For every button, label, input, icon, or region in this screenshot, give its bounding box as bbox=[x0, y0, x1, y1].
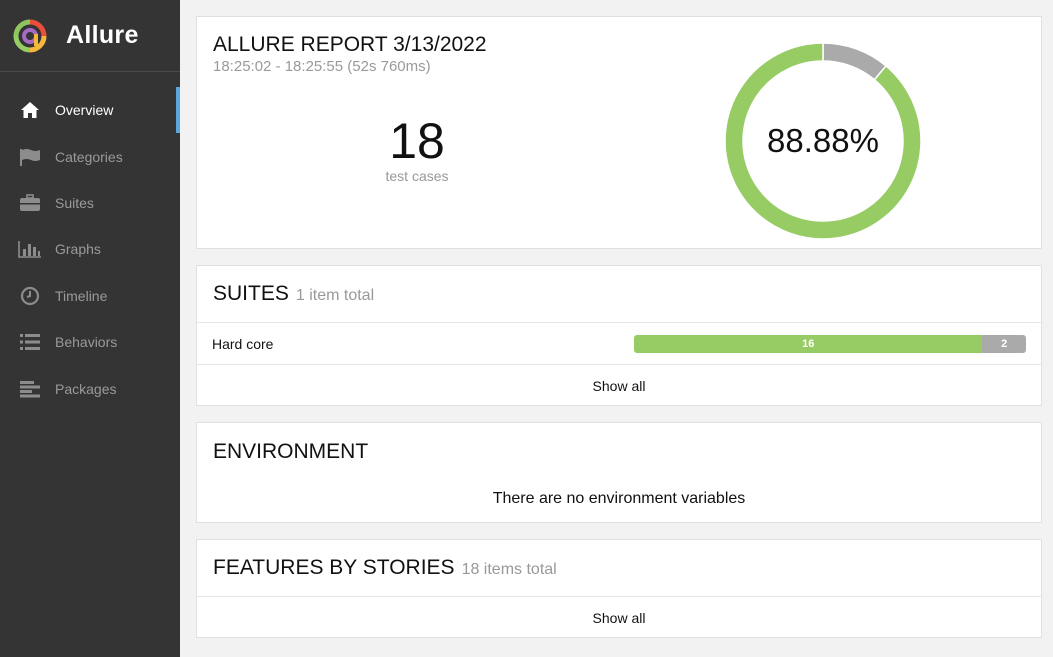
briefcase-icon bbox=[18, 193, 42, 213]
align-left-icon bbox=[18, 379, 42, 399]
sidebar-item-overview[interactable]: Overview bbox=[0, 87, 180, 134]
brand[interactable]: Allure bbox=[0, 0, 180, 72]
sidebar-item-packages[interactable]: Packages bbox=[0, 365, 180, 411]
suites-widget: SUITES 1 item total Hard core 16 2 Show … bbox=[196, 265, 1042, 406]
sidebar-item-label: Packages bbox=[55, 380, 117, 397]
environment-widget: ENVIRONMENT There are no environment var… bbox=[196, 422, 1042, 523]
suite-status-bar: 16 2 bbox=[634, 335, 1026, 353]
features-by-stories-widget: FEATURES BY STORIES 18 items total Show … bbox=[196, 539, 1042, 638]
sidebar-nav: Overview Categories Suites Graphs Timeli… bbox=[0, 87, 180, 412]
suites-header: SUITES 1 item total bbox=[197, 266, 1041, 323]
bar-chart-icon bbox=[18, 239, 42, 259]
suites-show-all-link[interactable]: Show all bbox=[197, 365, 1041, 406]
sidebar-item-suites[interactable]: Suites bbox=[0, 180, 180, 226]
home-icon bbox=[18, 100, 42, 120]
environment-title: ENVIRONMENT bbox=[213, 439, 369, 463]
report-title: ALLURE REPORT 3/13/2022 bbox=[213, 33, 487, 56]
sidebar-item-timeline[interactable]: Timeline bbox=[0, 273, 180, 319]
sidebar-item-label: Graphs bbox=[55, 241, 101, 258]
list-icon bbox=[18, 332, 42, 352]
sidebar-item-label: Timeline bbox=[55, 287, 108, 304]
success-rate-percent: 88.88% bbox=[767, 122, 879, 159]
environment-empty-message: There are no environment variables bbox=[492, 490, 746, 507]
features-show-all-link[interactable]: Show all bbox=[197, 597, 1041, 638]
clock-icon bbox=[18, 286, 42, 306]
sidebar-item-label: Behaviors bbox=[55, 334, 118, 351]
allure-logo-icon bbox=[13, 19, 47, 52]
brand-name: Allure bbox=[66, 21, 139, 49]
test-case-count-label: test cases bbox=[385, 168, 449, 184]
test-case-count: 18 bbox=[389, 113, 445, 169]
sidebar-item-label: Categories bbox=[55, 148, 123, 165]
unknown-segment: 2 bbox=[982, 335, 1026, 353]
features-title: FEATURES BY STORIES bbox=[213, 556, 455, 579]
sidebar: Allure Overview Categories Suites Graphs bbox=[0, 0, 180, 657]
table-row[interactable]: Hard core 16 2 bbox=[197, 323, 1041, 365]
passed-segment: 16 bbox=[634, 335, 983, 353]
report-time-range: 18:25:02 - 18:25:55 (52s 760ms) bbox=[213, 58, 431, 75]
suite-name: Hard core bbox=[212, 335, 274, 352]
suites-item-count: 1 item total bbox=[295, 287, 375, 304]
features-item-count: 18 items total bbox=[461, 561, 557, 578]
summary-widget: ALLURE REPORT 3/13/2022 18:25:02 - 18:25… bbox=[196, 16, 1042, 249]
environment-header: ENVIRONMENT bbox=[197, 423, 1041, 480]
sidebar-item-behaviors[interactable]: Behaviors bbox=[0, 319, 180, 365]
sidebar-item-categories[interactable]: Categories bbox=[0, 133, 180, 179]
sidebar-item-label: Overview bbox=[55, 102, 114, 119]
flag-icon bbox=[18, 147, 42, 167]
sidebar-item-label: Suites bbox=[55, 194, 94, 211]
suites-title: SUITES bbox=[213, 282, 289, 305]
features-header: FEATURES BY STORIES 18 items total bbox=[197, 540, 1041, 597]
sidebar-item-graphs[interactable]: Graphs bbox=[0, 226, 180, 272]
